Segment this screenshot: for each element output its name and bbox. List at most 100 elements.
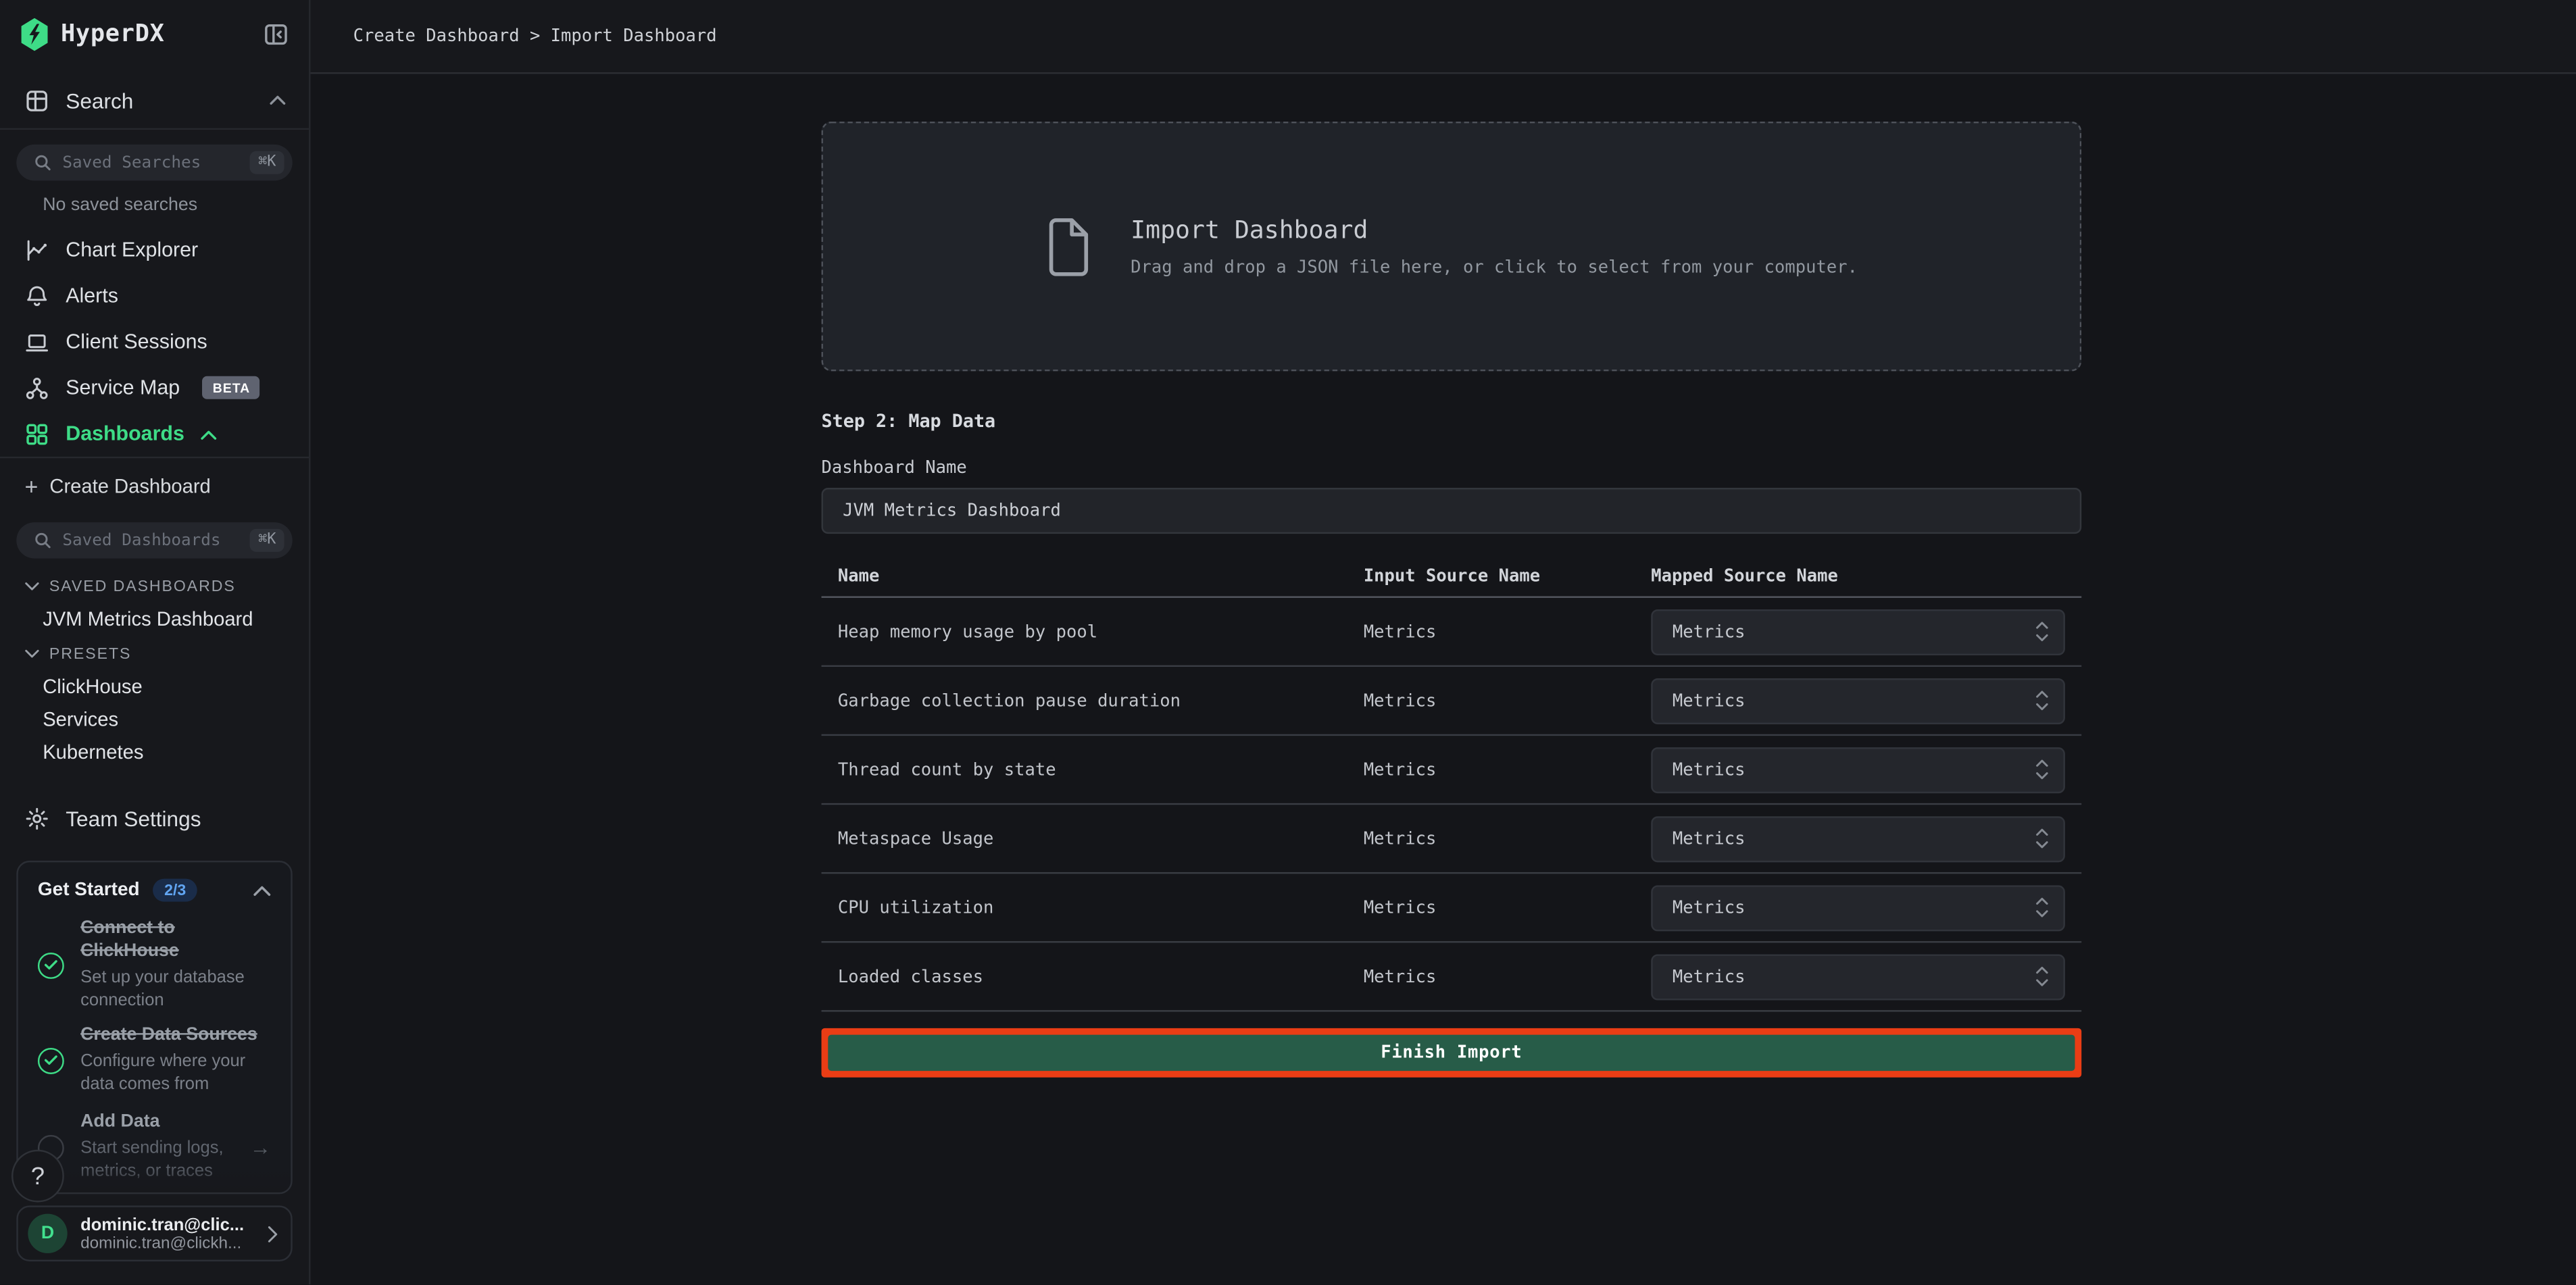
beta-badge: BETA	[203, 376, 260, 399]
dashboards-grid-icon	[23, 422, 49, 446]
input-source-cell: Metrics	[1364, 759, 1651, 779]
section-label: PRESETS	[49, 645, 131, 663]
select-chevrons-icon	[2035, 828, 2048, 849]
selected-value: Metrics	[1673, 828, 1745, 848]
chevron-up-icon[interactable]	[253, 885, 271, 897]
chevron-up-icon[interactable]	[201, 422, 217, 445]
user-menu[interactable]: D dominic.tran@clic... dominic.tran@clic…	[16, 1206, 292, 1262]
table-row: Metaspace Usage Metrics Metrics	[822, 805, 2082, 874]
step-subtitle: Start sending logs, metrics, or traces	[80, 1138, 230, 1183]
laptop-icon	[23, 329, 49, 353]
click-highlight-annotation: Finish Import	[822, 1028, 2082, 1078]
selected-value: Metrics	[1673, 759, 1745, 779]
user-email: dominic.tran@clickh...	[80, 1235, 255, 1253]
mapped-source-select[interactable]: Metrics	[1651, 609, 2065, 655]
help-button[interactable]: ?	[11, 1150, 64, 1203]
mapped-source-select[interactable]: Metrics	[1651, 747, 2065, 792]
search-icon	[33, 530, 53, 550]
sidebar-item-label: Team Settings	[66, 805, 201, 830]
section-saved-dashboards[interactable]: SAVED DASHBOARDS	[0, 572, 309, 601]
hyperdx-logo-icon	[20, 18, 49, 51]
sidebar-item-clickhouse[interactable]: ClickHouse	[0, 672, 309, 701]
get-started-step-sources[interactable]: Create Data Sources Configure where your…	[38, 1026, 271, 1097]
table-row: Heap memory usage by pool Metrics Metric…	[822, 598, 2082, 667]
sidebar-item-team-settings[interactable]: Team Settings	[0, 793, 309, 842]
sidebar-item-chart-explorer[interactable]: Chart Explorer	[0, 226, 309, 272]
input-source-cell: Metrics	[1364, 622, 1651, 641]
chevron-up-icon[interactable]	[270, 95, 286, 105]
logo-row: HyperDX	[0, 0, 309, 69]
saved-dashboards-input[interactable]	[62, 531, 240, 549]
create-dashboard-button[interactable]: + Create Dashboard	[0, 463, 309, 509]
app-logo[interactable]: HyperDX	[20, 18, 164, 51]
chart-name-cell: CPU utilization	[822, 898, 1364, 917]
sidebar-item-service-map[interactable]: Service Map BETA	[0, 365, 309, 411]
sidebar-item-alerts[interactable]: Alerts	[0, 273, 309, 319]
sidebar-item-label: Client Sessions	[66, 330, 207, 353]
step-title: Create Data Sources	[80, 1026, 271, 1048]
main-area: Create Dashboard > Import Dashboard Impo…	[310, 0, 2575, 1285]
sidebar-item-label: Dashboards	[66, 422, 184, 445]
input-source-cell: Metrics	[1364, 967, 1651, 986]
select-chevrons-icon	[2035, 621, 2048, 642]
content-area: Import Dashboard Drag and drop a JSON fi…	[310, 74, 2575, 1284]
user-name: dominic.tran@clic...	[80, 1215, 255, 1235]
table-row: Thread count by state Metrics Metrics	[822, 736, 2082, 805]
chevron-right-icon	[268, 1225, 278, 1243]
shortcut-badge: ⌘K	[250, 529, 284, 552]
get-started-card: Get Started 2/3 Connect to ClickHouse Se…	[16, 861, 292, 1194]
selected-value: Metrics	[1673, 898, 1745, 917]
dashboard-name-input[interactable]	[822, 488, 2082, 534]
step-subtitle: Set up your database connection	[80, 967, 271, 1012]
sidebar-item-client-sessions[interactable]: Client Sessions	[0, 319, 309, 365]
search-icon	[33, 153, 53, 172]
select-chevrons-icon	[2035, 690, 2048, 711]
step-subtitle: Configure where your data comes from	[80, 1051, 271, 1096]
sidebar-item-services[interactable]: Services	[0, 705, 309, 734]
step-title: Connect to ClickHouse	[80, 919, 271, 964]
section-presets[interactable]: PRESETS	[0, 639, 309, 669]
table-header-row: Name Input Source Name Mapped Source Nam…	[822, 557, 2082, 598]
input-source-cell: Metrics	[1364, 828, 1651, 848]
import-dropzone[interactable]: Import Dashboard Drag and drop a JSON fi…	[822, 122, 2082, 372]
avatar: D	[28, 1214, 67, 1253]
sidebar-item-jvm-metrics-dashboard[interactable]: JVM Metrics Dashboard	[0, 605, 309, 634]
select-chevrons-icon	[2035, 965, 2048, 987]
finish-import-button[interactable]: Finish Import	[828, 1035, 2075, 1071]
step-title: Add Data	[80, 1113, 230, 1135]
mapped-source-select[interactable]: Metrics	[1651, 815, 2065, 861]
search-panel-icon	[23, 88, 49, 112]
mapped-source-select[interactable]: Metrics	[1651, 678, 2065, 724]
progress-badge: 2/3	[153, 880, 197, 903]
mapped-source-select[interactable]: Metrics	[1651, 953, 2065, 999]
check-circle-icon	[38, 1047, 64, 1074]
sidebar-item-label: Alerts	[66, 284, 118, 307]
gear-icon	[23, 805, 49, 830]
chevron-down-icon	[24, 582, 39, 592]
sidebar-item-search[interactable]: Search	[0, 76, 309, 125]
chart-name-cell: Metaspace Usage	[822, 828, 1364, 848]
no-saved-searches-text: No saved searches	[0, 195, 309, 215]
sidebar-item-dashboards[interactable]: Dashboards	[0, 411, 309, 457]
selected-value: Metrics	[1673, 690, 1745, 710]
dropzone-subtitle: Drag and drop a JSON file here, or click…	[1131, 258, 1858, 278]
mapped-source-select[interactable]: Metrics	[1651, 884, 2065, 930]
collapse-sidebar-icon[interactable]	[263, 22, 289, 48]
saved-searches-input[interactable]	[62, 153, 240, 172]
app-window: HyperDX Search ⌘K No saved searches	[0, 0, 2576, 1285]
sidebar-item-label: Service Map	[66, 376, 180, 399]
get-started-step-add-data[interactable]: Add Data Start sending logs, metrics, or…	[38, 1113, 271, 1184]
get-started-step-connect[interactable]: Connect to ClickHouse Set up your databa…	[38, 919, 271, 1012]
create-dashboard-label: Create Dashboard	[49, 475, 210, 498]
select-chevrons-icon	[2035, 897, 2048, 918]
sidebar-item-label: Search	[66, 88, 133, 112]
saved-searches-search[interactable]: ⌘K	[16, 145, 292, 180]
input-source-cell: Metrics	[1364, 898, 1651, 917]
table-row: Garbage collection pause duration Metric…	[822, 667, 2082, 736]
sidebar: HyperDX Search ⌘K No saved searches	[0, 0, 310, 1285]
saved-dashboards-search[interactable]: ⌘K	[16, 522, 292, 558]
sidebar-item-kubernetes[interactable]: Kubernetes	[0, 738, 309, 767]
chart-name-cell: Garbage collection pause duration	[822, 690, 1364, 710]
sidebar-nav: Chart Explorer Alerts Client Sessions Se…	[0, 226, 309, 456]
column-header-mapped-source: Mapped Source Name	[1651, 567, 2081, 586]
